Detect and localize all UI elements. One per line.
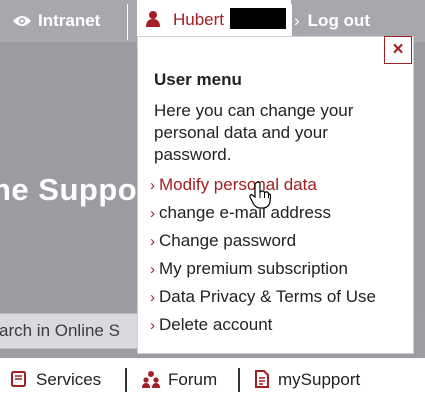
menu-item-modify-personal-data[interactable]: › Modify personal data bbox=[150, 175, 317, 195]
logout-link[interactable]: › Log out bbox=[294, 11, 370, 31]
footer-link-forum[interactable]: Forum bbox=[142, 370, 217, 390]
chevron-right-icon: › bbox=[150, 177, 155, 194]
menu-item-label: Modify personal data bbox=[159, 175, 317, 194]
menu-item-label: change e-mail address bbox=[159, 203, 331, 222]
eye-icon bbox=[13, 16, 31, 26]
logout-label: Log out bbox=[307, 11, 370, 30]
document-icon bbox=[255, 370, 269, 388]
footer-link-label: mySupport bbox=[278, 370, 361, 389]
footer-link-label: Services bbox=[36, 370, 102, 389]
hero-title: ne Suppo bbox=[0, 172, 138, 207]
menu-item-premium-subscription[interactable]: › My premium subscription bbox=[150, 259, 348, 279]
nav-divider bbox=[127, 4, 128, 40]
intranet-label: Intranet bbox=[38, 11, 101, 30]
footer-divider bbox=[125, 368, 127, 392]
user-menu-title: User menu bbox=[154, 70, 242, 89]
chevron-right-icon: › bbox=[294, 11, 300, 30]
close-button[interactable]: × bbox=[384, 36, 412, 64]
menu-item-delete-account[interactable]: › Delete account bbox=[150, 315, 272, 335]
people-icon bbox=[142, 371, 160, 388]
hand-cursor-icon bbox=[249, 181, 271, 209]
menu-item-label: Change password bbox=[159, 231, 297, 250]
nav-divider bbox=[291, 4, 292, 40]
footer-link-services[interactable]: Services bbox=[10, 370, 101, 390]
footer-link-label: Forum bbox=[168, 370, 218, 389]
menu-item-change-password[interactable]: › Change password bbox=[150, 231, 296, 251]
menu-item-label: My premium subscription bbox=[159, 259, 348, 278]
user-menu-description: Here you can change your personal data a… bbox=[154, 101, 354, 164]
menu-item-data-privacy[interactable]: › Data Privacy & Terms of Use bbox=[150, 287, 376, 307]
footer-link-mysupport[interactable]: mySupport bbox=[254, 370, 360, 390]
chevron-right-icon: › bbox=[150, 289, 155, 306]
user-name: Hubert bbox=[173, 10, 225, 29]
footer-divider bbox=[238, 368, 240, 392]
menu-item-change-email[interactable]: › change e-mail address bbox=[150, 203, 331, 223]
redacted-surname bbox=[230, 8, 286, 29]
chevron-right-icon: › bbox=[150, 261, 155, 278]
chevron-right-icon: › bbox=[150, 233, 155, 250]
intranet-link[interactable]: Intranet bbox=[12, 11, 100, 31]
menu-item-label: Delete account bbox=[159, 315, 273, 334]
book-icon bbox=[11, 371, 26, 387]
user-icon bbox=[146, 11, 160, 27]
chevron-right-icon: › bbox=[150, 205, 155, 222]
menu-item-label: Data Privacy & Terms of Use bbox=[159, 287, 376, 306]
chevron-right-icon: › bbox=[150, 317, 155, 334]
